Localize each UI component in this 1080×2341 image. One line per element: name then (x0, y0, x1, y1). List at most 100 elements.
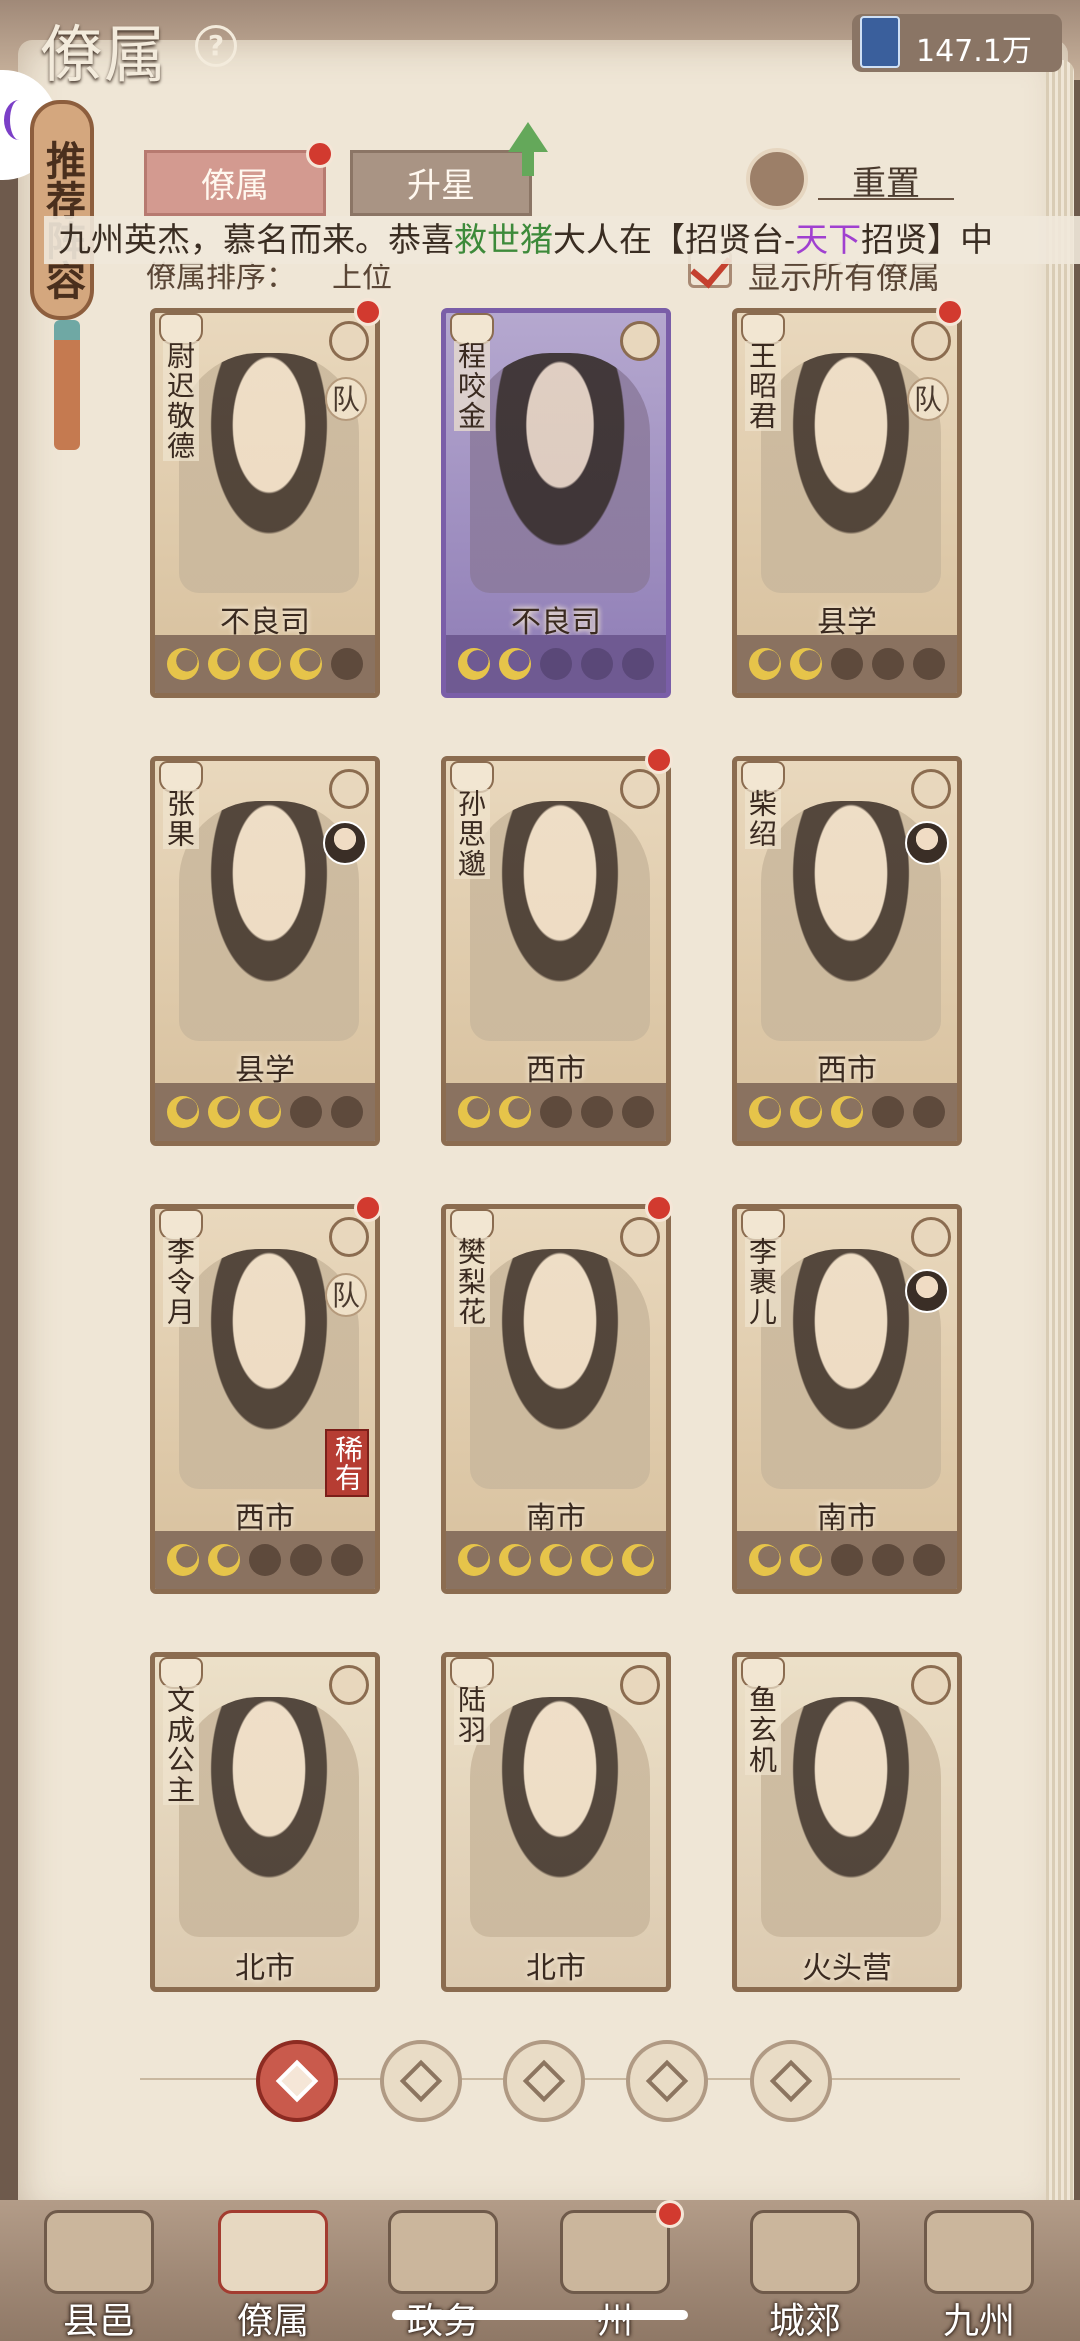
character-name: 樊梨花 (454, 1237, 490, 1327)
attribute-icon (329, 1217, 369, 1257)
reset-button[interactable]: 重置 (818, 156, 954, 204)
character-name: 李令月 (163, 1237, 199, 1327)
book-currency-icon (860, 16, 900, 68)
nav-label: 城郊 (768, 2301, 841, 2341)
character-portrait (470, 1697, 650, 1937)
staff-card[interactable]: 尉迟敬德队不良司 (150, 308, 380, 698)
nav-illustration-icon (750, 2210, 860, 2294)
tassel-decoration (54, 320, 80, 450)
moon-star-icon (167, 1544, 200, 1576)
star-rating (737, 1531, 957, 1589)
attribute-icon (911, 769, 951, 809)
filter-type-4-button[interactable] (750, 2040, 832, 2122)
staff-card[interactable]: 张果 县学 (150, 756, 380, 1146)
nav-illustration-icon (560, 2210, 670, 2294)
moon-star-icon (580, 648, 613, 680)
moon-star-icon (208, 1096, 241, 1128)
notification-dot (645, 746, 673, 774)
character-name: 尉迟敬德 (163, 341, 199, 461)
character-name: 柴绍 (745, 789, 781, 849)
tab-staff[interactable]: 僚属 (144, 150, 326, 216)
moon-star-icon (790, 648, 823, 680)
nav-illustration-icon (388, 2210, 498, 2294)
moon-star-icon (912, 1096, 945, 1128)
character-name: 王昭君 (745, 341, 781, 431)
moon-star-icon (580, 1096, 613, 1128)
character-location: 北市 (526, 1951, 586, 1986)
upgrade-arrow-icon (508, 122, 548, 152)
help-icon[interactable]: ? (195, 25, 237, 67)
filter-type-2-button[interactable] (503, 2040, 585, 2122)
moon-star-icon (871, 1544, 904, 1576)
nav-item[interactable]: 县邑 (24, 2206, 174, 2341)
nav-item[interactable]: 九州 (904, 2206, 1054, 2341)
team-badge: 队 (325, 1273, 367, 1317)
attribute-icon (620, 321, 660, 361)
nav-illustration-icon (218, 2210, 328, 2294)
attribute-icon (911, 1217, 951, 1257)
filter-all-button[interactable] (256, 2040, 338, 2122)
book-page-edges (1046, 60, 1074, 2210)
nav-item[interactable]: 僚属 (198, 2206, 348, 2341)
moon-star-icon (830, 1096, 863, 1128)
moon-star-icon (248, 1096, 281, 1128)
star-rating (737, 1083, 957, 1141)
tab-upgrade-star[interactable]: 升星 (350, 150, 532, 216)
nav-illustration-icon (44, 2210, 154, 2294)
upgrade-arrow-stem (522, 150, 534, 176)
nav-label: 僚属 (236, 2301, 309, 2341)
currency-value: 147.1万 (916, 34, 1032, 69)
recommended-lineup-button[interactable]: 推荐阵容 (30, 100, 94, 320)
moon-star-icon (830, 648, 863, 680)
notification-dot (645, 1194, 673, 1222)
moon-star-icon (458, 648, 491, 680)
moon-star-icon (248, 648, 281, 680)
character-name: 文成公主 (163, 1685, 199, 1805)
rare-badge: 稀有 (325, 1429, 369, 1497)
notification-dot (354, 1194, 382, 1222)
moon-star-icon (621, 1544, 654, 1576)
character-portrait (470, 1249, 650, 1489)
moon-star-icon (790, 1096, 823, 1128)
announcement-marquee: 九州英杰，慕名而来。恭喜救世猪大人在【招贤台-天下招贤】中 (44, 216, 1080, 264)
character-name: 程咬金 (454, 341, 490, 431)
moon-star-icon (499, 1096, 532, 1128)
character-location: 火头营 (802, 1951, 892, 1986)
moon-star-icon (289, 1096, 322, 1128)
team-badge: 队 (907, 377, 949, 421)
moon-star-icon (499, 1544, 532, 1576)
staff-card[interactable]: 鱼玄机 火头营 (732, 1652, 962, 1992)
staff-card[interactable]: 陆羽北市 (441, 1652, 671, 1992)
staff-card[interactable]: 程咬金 不良司 (441, 308, 671, 698)
partner-avatar (323, 821, 367, 865)
nav-item[interactable]: 城郊 (730, 2206, 880, 2341)
character-name: 陆羽 (454, 1685, 490, 1745)
moon-star-icon (912, 648, 945, 680)
currency-display[interactable]: 147.1万 (852, 14, 1062, 72)
staff-card[interactable]: 王昭君队县学 (732, 308, 962, 698)
marquee-place: 天下 (795, 220, 862, 259)
character-portrait (470, 353, 650, 593)
character-name: 孙思邈 (454, 789, 490, 879)
staff-card[interactable]: 李裹儿 南市 (732, 1204, 962, 1594)
team-badge: 队 (325, 377, 367, 421)
reset-icon[interactable] (746, 148, 808, 210)
staff-card[interactable]: 樊梨花 南市 (441, 1204, 671, 1594)
attribute-icon (620, 1665, 660, 1705)
moon-star-icon (167, 648, 200, 680)
character-portrait (470, 801, 650, 1041)
nav-label: 县邑 (62, 2301, 135, 2341)
staff-card[interactable]: 李令月队稀有 西市 (150, 1204, 380, 1594)
filter-type-1-button[interactable] (380, 2040, 462, 2122)
marquee-player: 救世猪 (454, 220, 553, 259)
moon-star-icon (830, 1544, 863, 1576)
staff-card[interactable]: 柴绍 西市 (732, 756, 962, 1146)
character-name: 张果 (163, 789, 199, 849)
home-indicator (392, 2310, 688, 2320)
partner-avatar (905, 821, 949, 865)
moon-star-icon (580, 1544, 613, 1576)
staff-card[interactable]: 文成公主 北市 (150, 1652, 380, 1992)
moon-star-icon (289, 1544, 322, 1576)
staff-card[interactable]: 孙思邈 西市 (441, 756, 671, 1146)
filter-type-3-button[interactable] (626, 2040, 708, 2122)
